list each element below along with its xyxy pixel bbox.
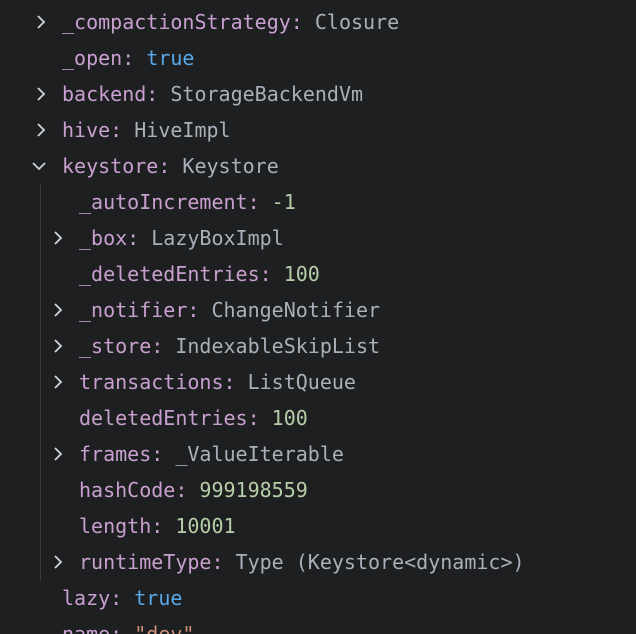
variable-value: true bbox=[134, 586, 183, 610]
variable-row-name[interactable]: name: "dev" bbox=[0, 616, 636, 634]
variable-row-lazy[interactable]: lazy: true bbox=[0, 580, 636, 616]
variable-value: Closure bbox=[314, 10, 400, 34]
chevron-right-icon[interactable] bbox=[51, 303, 65, 317]
variables-panel: _compactionStrategy: Closure _open: true… bbox=[0, 0, 636, 634]
variable-name: _notifier bbox=[79, 298, 188, 322]
variable-name: backend bbox=[62, 82, 147, 106]
chevron-right-icon[interactable] bbox=[51, 231, 65, 245]
variable-row-box[interactable]: _box: LazyBoxImpl bbox=[0, 220, 636, 256]
chevron-right-icon[interactable] bbox=[34, 87, 48, 101]
variable-row-transactions[interactable]: transactions: ListQueue bbox=[0, 364, 636, 400]
variable-name: _compactionStrategy bbox=[62, 10, 291, 34]
variable-name: _store bbox=[79, 334, 152, 358]
variable-name: runtimeType bbox=[79, 550, 212, 574]
variable-value: 999198559 bbox=[199, 478, 308, 502]
variable-name: _box bbox=[79, 226, 128, 250]
variable-name: keystore bbox=[62, 154, 159, 178]
variable-name: _autoIncrement bbox=[79, 190, 248, 214]
variable-row-keystore[interactable]: keystore: Keystore bbox=[0, 148, 636, 184]
variable-row-compaction-strategy[interactable]: _compactionStrategy: Closure bbox=[0, 4, 636, 40]
variable-row-auto-increment[interactable]: _autoIncrement: -1 bbox=[0, 184, 636, 220]
chevron-right-icon[interactable] bbox=[34, 123, 48, 137]
variable-row-backend[interactable]: backend: StorageBackendVm bbox=[0, 76, 636, 112]
chevron-down-icon[interactable] bbox=[32, 159, 46, 173]
variable-value: 10001 bbox=[175, 514, 236, 538]
variable-row-notifier[interactable]: _notifier: ChangeNotifier bbox=[0, 292, 636, 328]
variable-name: lazy bbox=[62, 586, 111, 610]
variable-value: HiveImpl bbox=[134, 118, 231, 142]
variable-value: Type (Keystore<dynamic>) bbox=[235, 550, 525, 574]
variable-name: hive bbox=[62, 118, 111, 142]
variable-row-open[interactable]: _open: true bbox=[0, 40, 636, 76]
chevron-right-icon[interactable] bbox=[51, 555, 65, 569]
variable-row-runtime-type[interactable]: runtimeType: Type (Keystore<dynamic>) bbox=[0, 544, 636, 580]
variable-row-frames[interactable]: frames: _ValueIterable bbox=[0, 436, 636, 472]
variable-value: "dev" bbox=[134, 622, 195, 634]
variable-value: ChangeNotifier bbox=[211, 298, 381, 322]
variable-name: deletedEntries bbox=[79, 406, 248, 430]
variable-row-hash-code[interactable]: hashCode: 999198559 bbox=[0, 472, 636, 508]
variable-value: Keystore bbox=[182, 154, 279, 178]
variable-value: -1 bbox=[271, 190, 296, 214]
variable-name: frames bbox=[79, 442, 152, 466]
variable-value: true bbox=[146, 46, 195, 70]
chevron-right-icon[interactable] bbox=[51, 375, 65, 389]
variable-value: 100 bbox=[283, 262, 320, 286]
variable-name: hashCode bbox=[79, 478, 176, 502]
chevron-right-icon[interactable] bbox=[34, 15, 48, 29]
variable-row-deleted-entries-private[interactable]: _deletedEntries: 100 bbox=[0, 256, 636, 292]
variable-value: IndexableSkipList bbox=[175, 334, 381, 358]
variable-name: length bbox=[79, 514, 152, 538]
chevron-right-icon[interactable] bbox=[51, 447, 65, 461]
variable-value: _ValueIterable bbox=[175, 442, 344, 466]
chevron-right-icon[interactable] bbox=[51, 339, 65, 353]
variable-name: name bbox=[62, 622, 111, 634]
variable-value: 100 bbox=[271, 406, 308, 430]
variable-row-length[interactable]: length: 10001 bbox=[0, 508, 636, 544]
variable-value: ListQueue bbox=[247, 370, 356, 394]
variable-row-store[interactable]: _store: IndexableSkipList bbox=[0, 328, 636, 364]
variable-value: LazyBoxImpl bbox=[151, 226, 284, 250]
variable-row-hive[interactable]: hive: HiveImpl bbox=[0, 112, 636, 148]
variable-row-deleted-entries[interactable]: deletedEntries: 100 bbox=[0, 400, 636, 436]
variable-name: _open bbox=[62, 46, 123, 70]
variable-value: StorageBackendVm bbox=[170, 82, 364, 106]
variable-name: _deletedEntries bbox=[79, 262, 260, 286]
variable-name: transactions bbox=[79, 370, 224, 394]
